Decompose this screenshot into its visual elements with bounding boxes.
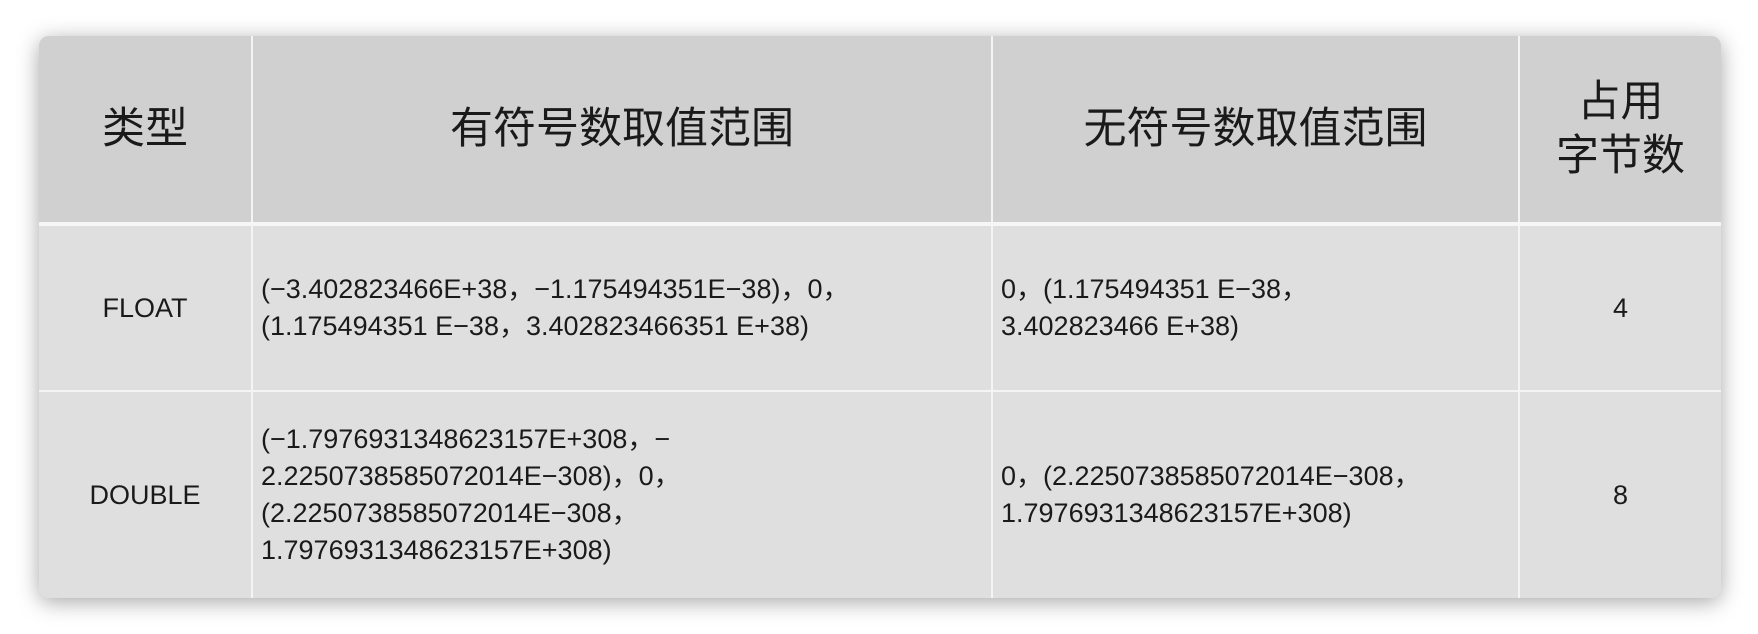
cell-type: DOUBLE — [39, 391, 253, 598]
cell-unsigned-range: 0，(1.175494351 E−38， 3.402823466 E+38) — [992, 224, 1520, 391]
table-header-row: 类型 有符号数取值范围 无符号数取值范围 占用 字节数 — [39, 36, 1721, 224]
cell-signed-range: (−1.7976931348623157E+308，− 2.2250738585… — [252, 391, 993, 598]
cell-unsigned-range: 0，(2.2250738585072014E−308， 1.7976931348… — [992, 391, 1520, 598]
cell-bytes: 8 — [1612, 479, 1629, 510]
header-unsigned-range: 无符号数取值范围 — [992, 36, 1520, 224]
cell-type: FLOAT — [39, 224, 253, 391]
cell-bytes: 4 — [1612, 292, 1629, 323]
data-type-table-card: 类型 有符号数取值范围 无符号数取值范围 占用 字节数 FLOAT (−3.40… — [39, 36, 1721, 598]
table-row: FLOAT (−3.402823466E+38，−1.175494351E−38… — [39, 224, 1721, 391]
header-bytes: 占用 字节数 — [1556, 77, 1685, 181]
header-type: 类型 — [39, 36, 253, 224]
cell-signed-range: (−3.402823466E+38，−1.175494351E−38)，0， (… — [252, 224, 993, 391]
header-signed-range: 有符号数取值范围 — [252, 36, 993, 224]
float-double-range-table: 类型 有符号数取值范围 无符号数取值范围 占用 字节数 FLOAT (−3.40… — [39, 36, 1721, 598]
table-row: DOUBLE (−1.7976931348623157E+308，− 2.225… — [39, 391, 1721, 598]
